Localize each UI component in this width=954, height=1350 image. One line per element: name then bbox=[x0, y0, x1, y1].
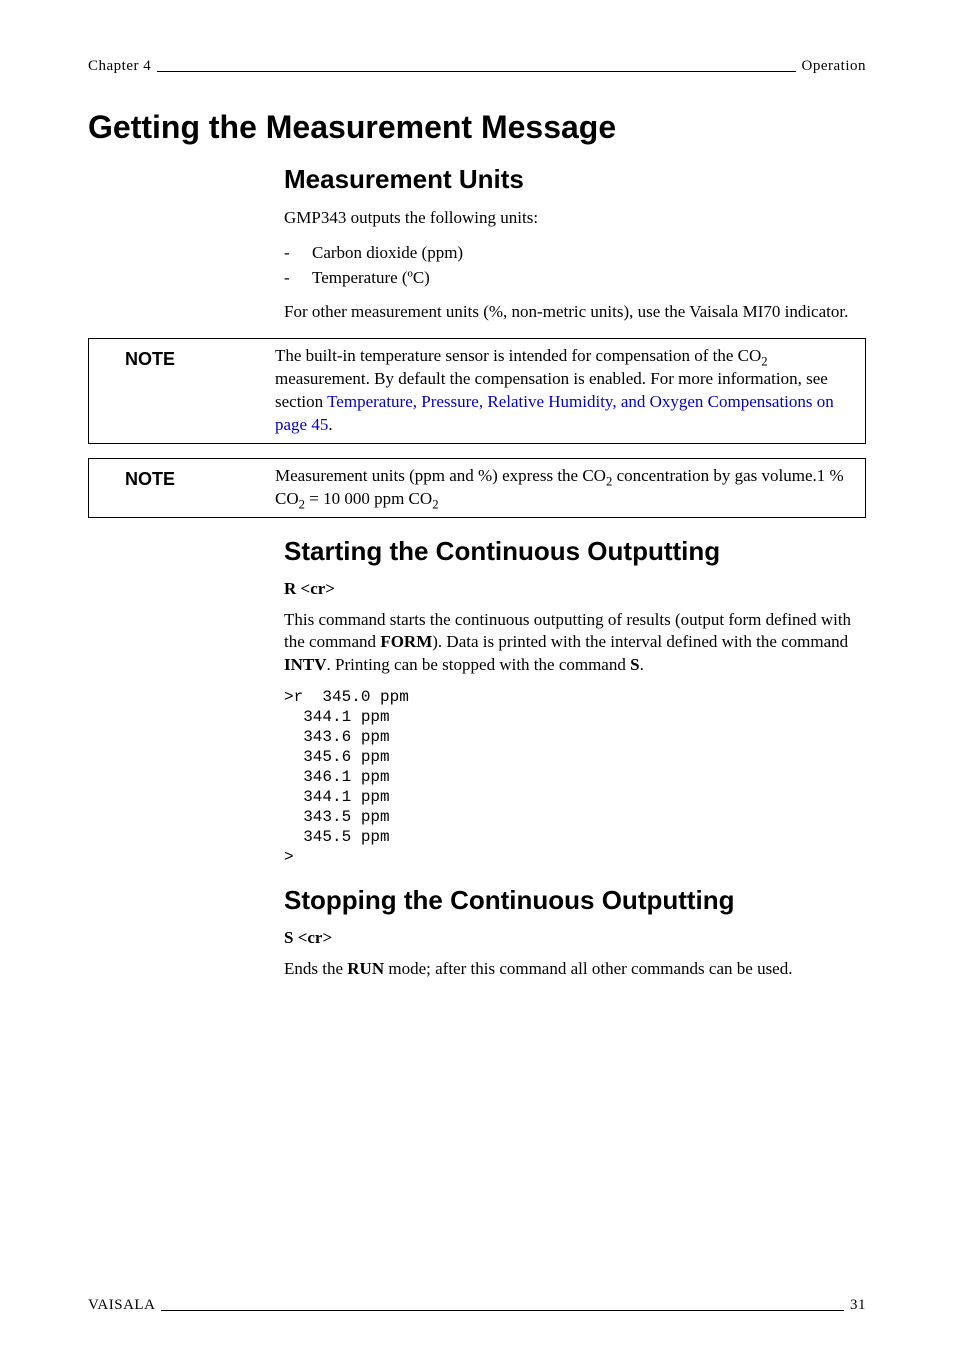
note-link[interactable]: Temperature, Pressure, Relative Humidity… bbox=[275, 392, 834, 434]
bold-text: RUN bbox=[347, 959, 384, 978]
footer-rule bbox=[161, 1300, 844, 1311]
output-block: >r 345.0 ppm 344.1 ppm 343.6 ppm 345.6 p… bbox=[284, 687, 866, 867]
note-body: Measurement units (ppm and %) express th… bbox=[275, 465, 855, 511]
units-list: -Carbon dioxide (ppm) -Temperature (ºC) bbox=[284, 240, 866, 291]
cmd-s: S <cr> bbox=[284, 928, 866, 948]
note-text: Measurement units (ppm and %) express th… bbox=[275, 466, 606, 485]
header-right: Operation bbox=[802, 58, 866, 75]
units-intro: GMP343 outputs the following units: bbox=[284, 207, 866, 230]
note-sub: 2 bbox=[432, 497, 438, 511]
list-item-text: Carbon dioxide (ppm) bbox=[312, 243, 463, 262]
note-body: The built-in temperature sensor is inten… bbox=[275, 345, 855, 437]
body-text: . Printing can be stopped with the comma… bbox=[327, 655, 631, 674]
footer-right: 31 bbox=[850, 1297, 866, 1314]
heading-starting: Starting the Continuous Outputting bbox=[284, 536, 866, 567]
bold-text: INTV bbox=[284, 655, 327, 674]
note-text: = 10 000 ppm CO bbox=[305, 489, 432, 508]
page: Chapter 4 Operation Getting the Measurem… bbox=[0, 0, 954, 1350]
header-rule bbox=[157, 61, 795, 72]
heading-stopping: Stopping the Continuous Outputting bbox=[284, 885, 866, 916]
note-box-2: NOTE Measurement units (ppm and %) expre… bbox=[88, 458, 866, 518]
note-text: concentration by gas bbox=[612, 466, 757, 485]
note-box-1: NOTE The built-in temperature sensor is … bbox=[88, 338, 866, 444]
body-text: . bbox=[640, 655, 644, 674]
page-header: Chapter 4 Operation bbox=[88, 58, 866, 75]
section-starting: Starting the Continuous Outputting R <cr… bbox=[284, 536, 866, 868]
body-text: ). Data is printed with the interval def… bbox=[432, 632, 848, 651]
units-after: For other measurement units (%, non-metr… bbox=[284, 301, 866, 324]
note-label: NOTE bbox=[99, 465, 275, 491]
bold-text: S bbox=[630, 655, 639, 674]
page-footer: VAISALA 31 bbox=[88, 1297, 866, 1314]
note-label: NOTE bbox=[99, 345, 275, 371]
header-left: Chapter 4 bbox=[88, 58, 151, 75]
heading-units: Measurement Units bbox=[284, 164, 866, 195]
list-item: -Carbon dioxide (ppm) bbox=[284, 240, 866, 266]
footer-left: VAISALA bbox=[88, 1297, 155, 1314]
note-sub: 2 bbox=[761, 354, 767, 368]
heading-1: Getting the Measurement Message bbox=[88, 109, 866, 146]
section-measurement-units: Measurement Units GMP343 outputs the fol… bbox=[284, 164, 866, 324]
note-text: The built-in temperature sensor is inten… bbox=[275, 346, 761, 365]
bold-text: FORM bbox=[380, 632, 432, 651]
body-text: mode; after this command all other comma… bbox=[384, 959, 792, 978]
list-item: -Temperature (ºC) bbox=[284, 265, 866, 291]
section-stopping: Stopping the Continuous Outputting S <cr… bbox=[284, 885, 866, 981]
cmd-r: R <cr> bbox=[284, 579, 866, 599]
list-item-text: Temperature (ºC) bbox=[312, 268, 430, 287]
body-text: Ends the bbox=[284, 959, 347, 978]
stopping-body: Ends the RUN mode; after this command al… bbox=[284, 958, 866, 981]
note-text: . bbox=[328, 415, 332, 434]
starting-body: This command starts the continuous outpu… bbox=[284, 609, 866, 678]
